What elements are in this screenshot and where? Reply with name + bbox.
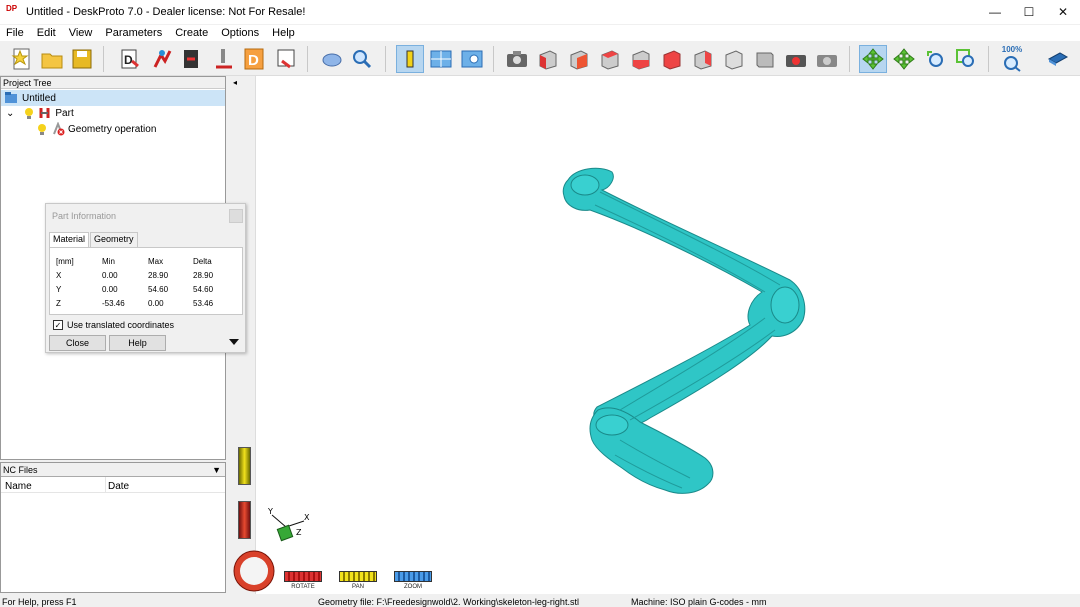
vertical-pan-slider[interactable] <box>238 447 251 485</box>
status-geometry-file: Geometry file: F:\Freedesignwold\2. Work… <box>318 597 579 607</box>
table-cell: 28.90 <box>193 271 214 280</box>
table-cell: 0.00 <box>102 285 118 294</box>
axis-label-x: X <box>304 513 310 522</box>
rotate-widget[interactable] <box>284 571 322 582</box>
vertical-rotate-slider[interactable] <box>238 501 251 539</box>
table-cell: 28.90 <box>148 271 169 280</box>
table-cell: -53.46 <box>102 299 125 308</box>
dialog-title: Part Information <box>52 211 117 221</box>
table-header: [mm] <box>56 257 74 266</box>
tab-material[interactable]: Material <box>49 232 90 247</box>
checkbox-check-icon[interactable]: ✓ <box>53 320 63 330</box>
dimensions-table: [mm] Min Max Delta X 0.00 28.90 28.90 Y … <box>49 247 243 315</box>
tab-geometry[interactable]: Geometry <box>90 232 138 247</box>
dialog-tabs: Material Geometry <box>49 232 139 247</box>
help-button[interactable]: Help <box>109 335 166 351</box>
table-cell: 54.60 <box>193 285 214 294</box>
table-cell: 53.46 <box>193 299 214 308</box>
dialog-close-icon[interactable] <box>229 209 243 223</box>
axis-label-y: Y <box>267 507 273 516</box>
checkbox-label: Use translated coordinates <box>67 320 175 330</box>
close-button[interactable]: Close <box>49 335 106 351</box>
axis-indicator: Y X Z <box>267 507 310 542</box>
table-header: Delta <box>193 257 212 266</box>
pan-widget[interactable] <box>339 571 377 582</box>
status-bar: For Help, press F1 Geometry file: F:\Fre… <box>0 596 1080 607</box>
pan-label: PAN <box>352 584 364 590</box>
table-cell: 54.60 <box>148 285 169 294</box>
part-information-dialog: Part Information Material Geometry [mm] … <box>45 203 246 353</box>
table-cell: 0.00 <box>102 271 118 280</box>
translated-coordinates-checkbox[interactable]: ✓ Use translated coordinates <box>53 320 174 330</box>
status-help: For Help, press F1 <box>2 597 77 607</box>
zoom-label: ZOOM <box>404 584 422 590</box>
axis-label-z: Z <box>296 528 302 537</box>
table-header: Min <box>102 257 115 266</box>
zoom-widget[interactable] <box>394 571 432 582</box>
rotate-label: ROTATE <box>291 584 315 590</box>
status-machine: Machine: ISO plain G-codes - mm <box>631 597 767 607</box>
expand-arrow-icon[interactable] <box>229 339 239 345</box>
table-cell: Z <box>56 299 61 308</box>
table-cell: 0.00 <box>148 299 164 308</box>
table-cell: Y <box>56 285 62 294</box>
table-cell: X <box>56 271 62 280</box>
table-header: Max <box>148 257 164 266</box>
rotate-dial-icon[interactable] <box>232 549 276 593</box>
